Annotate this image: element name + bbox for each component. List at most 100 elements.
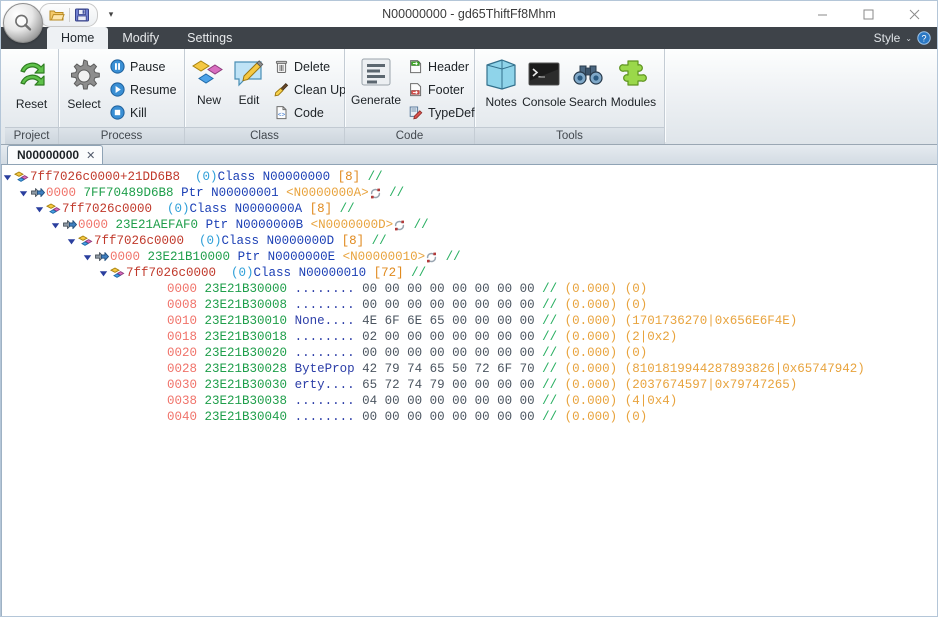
reset-button-label: Reset xyxy=(15,97,48,111)
generate-button[interactable]: Generate xyxy=(351,53,401,107)
node-keyword: Class xyxy=(221,234,260,248)
header-button-label: Header xyxy=(428,59,470,74)
header-button[interactable]: Header xyxy=(405,56,480,77)
code-button[interactable]: <> Code xyxy=(271,102,351,123)
minimize-button[interactable] xyxy=(799,1,845,27)
node-keyword: Class xyxy=(217,170,256,184)
pause-button[interactable]: Pause xyxy=(107,56,182,77)
hex-ascii: erty.... xyxy=(294,378,355,392)
refresh-icon[interactable] xyxy=(425,251,438,264)
tree-expand-arrow[interactable] xyxy=(2,169,13,185)
hex-offset: 0040 xyxy=(167,410,198,424)
maximize-button[interactable] xyxy=(845,1,891,27)
help-icon[interactable]: ? xyxy=(917,31,931,45)
chevron-down-icon[interactable]: ⌄ xyxy=(905,34,912,43)
kill-button[interactable]: Kill xyxy=(107,102,182,123)
new-class-button-label: New xyxy=(196,93,221,107)
app-menu-button[interactable] xyxy=(3,3,43,43)
node-comment: // xyxy=(413,218,429,232)
modules-button[interactable]: Modules xyxy=(609,53,658,109)
save-button[interactable] xyxy=(71,5,93,25)
new-class-button[interactable]: New xyxy=(191,53,227,107)
node-name: N00000001 xyxy=(211,186,279,200)
document-tab-close-icon[interactable]: ✕ xyxy=(86,149,95,162)
open-button[interactable] xyxy=(46,5,68,25)
node-keyword: Ptr xyxy=(181,186,204,200)
search-button[interactable]: Search xyxy=(567,53,609,109)
node-offset: 0000 xyxy=(78,218,109,232)
select-button[interactable]: Select xyxy=(65,53,103,111)
tree-row-class[interactable]: 7ff7026c0000 (0) Class N00000010 [72] // xyxy=(2,265,937,281)
hex-address: 23E21B30028 xyxy=(204,362,288,376)
node-index: (0) xyxy=(231,266,254,280)
ribbon-group-class: New Edit Delete Clean Up <> Code Class xyxy=(185,49,346,144)
footer-button[interactable]: Footer xyxy=(405,79,480,100)
delete-button[interactable]: Delete xyxy=(271,56,351,77)
notes-button[interactable]: Notes xyxy=(481,53,521,109)
ribbon-tab-modify[interactable]: Modify xyxy=(108,27,173,49)
class-node-icon xyxy=(77,233,93,249)
hex-int-value: (2|0x2) xyxy=(624,330,678,344)
hex-comment: // xyxy=(542,346,558,360)
document-tab[interactable]: N00000000 ✕ xyxy=(7,145,104,164)
hex-offset: 0018 xyxy=(167,330,198,344)
node-address: 7ff7026c0000+21DD6B8 xyxy=(30,170,181,184)
tree-expand-arrow[interactable] xyxy=(98,265,109,281)
hex-ascii: ........ xyxy=(294,410,355,424)
tree-expand-arrow[interactable] xyxy=(18,185,29,201)
tree-expand-arrow[interactable] xyxy=(82,249,93,265)
reset-button[interactable]: Reset xyxy=(11,53,52,111)
hex-row[interactable]: 0028 23E21B30028 ByteProp 42 79 74 65 50… xyxy=(2,361,937,377)
console-button[interactable]: Console xyxy=(521,53,567,109)
node-type: <N0000000D> xyxy=(310,218,394,232)
tree-row-class[interactable]: 7ff7026c0000 (0) Class N0000000A [8] // xyxy=(2,201,937,217)
tree-expand-arrow[interactable] xyxy=(34,201,45,217)
typedef-button-label: TypeDef xyxy=(428,105,475,120)
tree-rows: 7ff7026c0000+21DD6B8 (0) Class N00000000 … xyxy=(2,165,937,425)
close-button[interactable] xyxy=(891,1,937,27)
footer-file-icon xyxy=(408,82,423,97)
typedef-button[interactable]: TypeDef xyxy=(405,102,480,123)
hex-offset: 0020 xyxy=(167,346,198,360)
hex-address: 23E21B30038 xyxy=(204,394,288,408)
hex-int-value: (0) xyxy=(624,282,648,296)
style-menu-label[interactable]: Style xyxy=(874,31,901,45)
ribbon-tab-home[interactable]: Home xyxy=(47,27,109,49)
hex-row[interactable]: 0000 23E21B30000 ........ 00 00 00 00 00… xyxy=(2,281,937,297)
node-name: N0000000A xyxy=(234,202,303,216)
edit-class-button[interactable]: Edit xyxy=(231,53,267,107)
hex-row[interactable]: 0038 23E21B30038 ........ 04 00 00 00 00… xyxy=(2,393,937,409)
quick-access-toolbar xyxy=(39,3,98,27)
document-tab-bar: N00000000 ✕ xyxy=(1,145,937,165)
hex-row[interactable]: 0010 23E21B30010 None.... 4E 6F 6E 65 00… xyxy=(2,313,937,329)
hex-row[interactable]: 0040 23E21B30040 ........ 00 00 00 00 00… xyxy=(2,409,937,425)
hex-comment: // xyxy=(542,314,558,328)
hex-row[interactable]: 0020 23E21B30020 ........ 00 00 00 00 00… xyxy=(2,345,937,361)
tree-row-class[interactable]: 7ff7026c0000 (0) Class N0000000D [8] // xyxy=(2,233,937,249)
tree-row-class[interactable]: 7ff7026c0000+21DD6B8 (0) Class N00000000 … xyxy=(2,169,937,185)
hex-bytes: 00 00 00 00 00 00 00 00 xyxy=(362,282,535,296)
tree-expand-arrow[interactable] xyxy=(50,217,61,233)
tree-row-ptr[interactable]: 0000 7FF70489D6B8 Ptr N00000001 <N000000… xyxy=(2,185,937,201)
hex-row[interactable]: 0008 23E21B30008 ........ 00 00 00 00 00… xyxy=(2,297,937,313)
ribbon-group-title-process: Process xyxy=(59,127,184,144)
hex-row[interactable]: 0018 23E21B30018 ........ 02 00 00 00 00… xyxy=(2,329,937,345)
refresh-icon[interactable] xyxy=(369,187,382,200)
hex-comment: // xyxy=(542,394,558,408)
modules-button-label: Modules xyxy=(610,95,657,109)
class-tree-view[interactable]: 7ff7026c0000+21DD6B8 (0) Class N00000000 … xyxy=(1,165,937,616)
tree-row-ptr[interactable]: 0000 23E21AEFAF0 Ptr N0000000B <N0000000… xyxy=(2,217,937,233)
refresh-icon[interactable] xyxy=(393,219,406,232)
node-comment: // xyxy=(367,170,383,184)
hex-row[interactable]: 0030 23E21B30030 erty.... 65 72 74 79 00… xyxy=(2,377,937,393)
kill-button-label: Kill xyxy=(130,105,147,120)
tree-row-ptr[interactable]: 0000 23E21B10000 Ptr N0000000E <N0000001… xyxy=(2,249,937,265)
tree-expand-arrow[interactable] xyxy=(66,233,77,249)
pointer-node-icon xyxy=(29,185,45,201)
node-keyword: Class xyxy=(189,202,228,216)
resume-button[interactable]: Resume xyxy=(107,79,182,100)
clean-up-button[interactable]: Clean Up xyxy=(271,79,351,100)
ribbon-tab-settings[interactable]: Settings xyxy=(173,27,246,49)
qat-more-button[interactable]: ▾ xyxy=(103,5,119,23)
node-address: 23E21B10000 xyxy=(147,250,231,264)
